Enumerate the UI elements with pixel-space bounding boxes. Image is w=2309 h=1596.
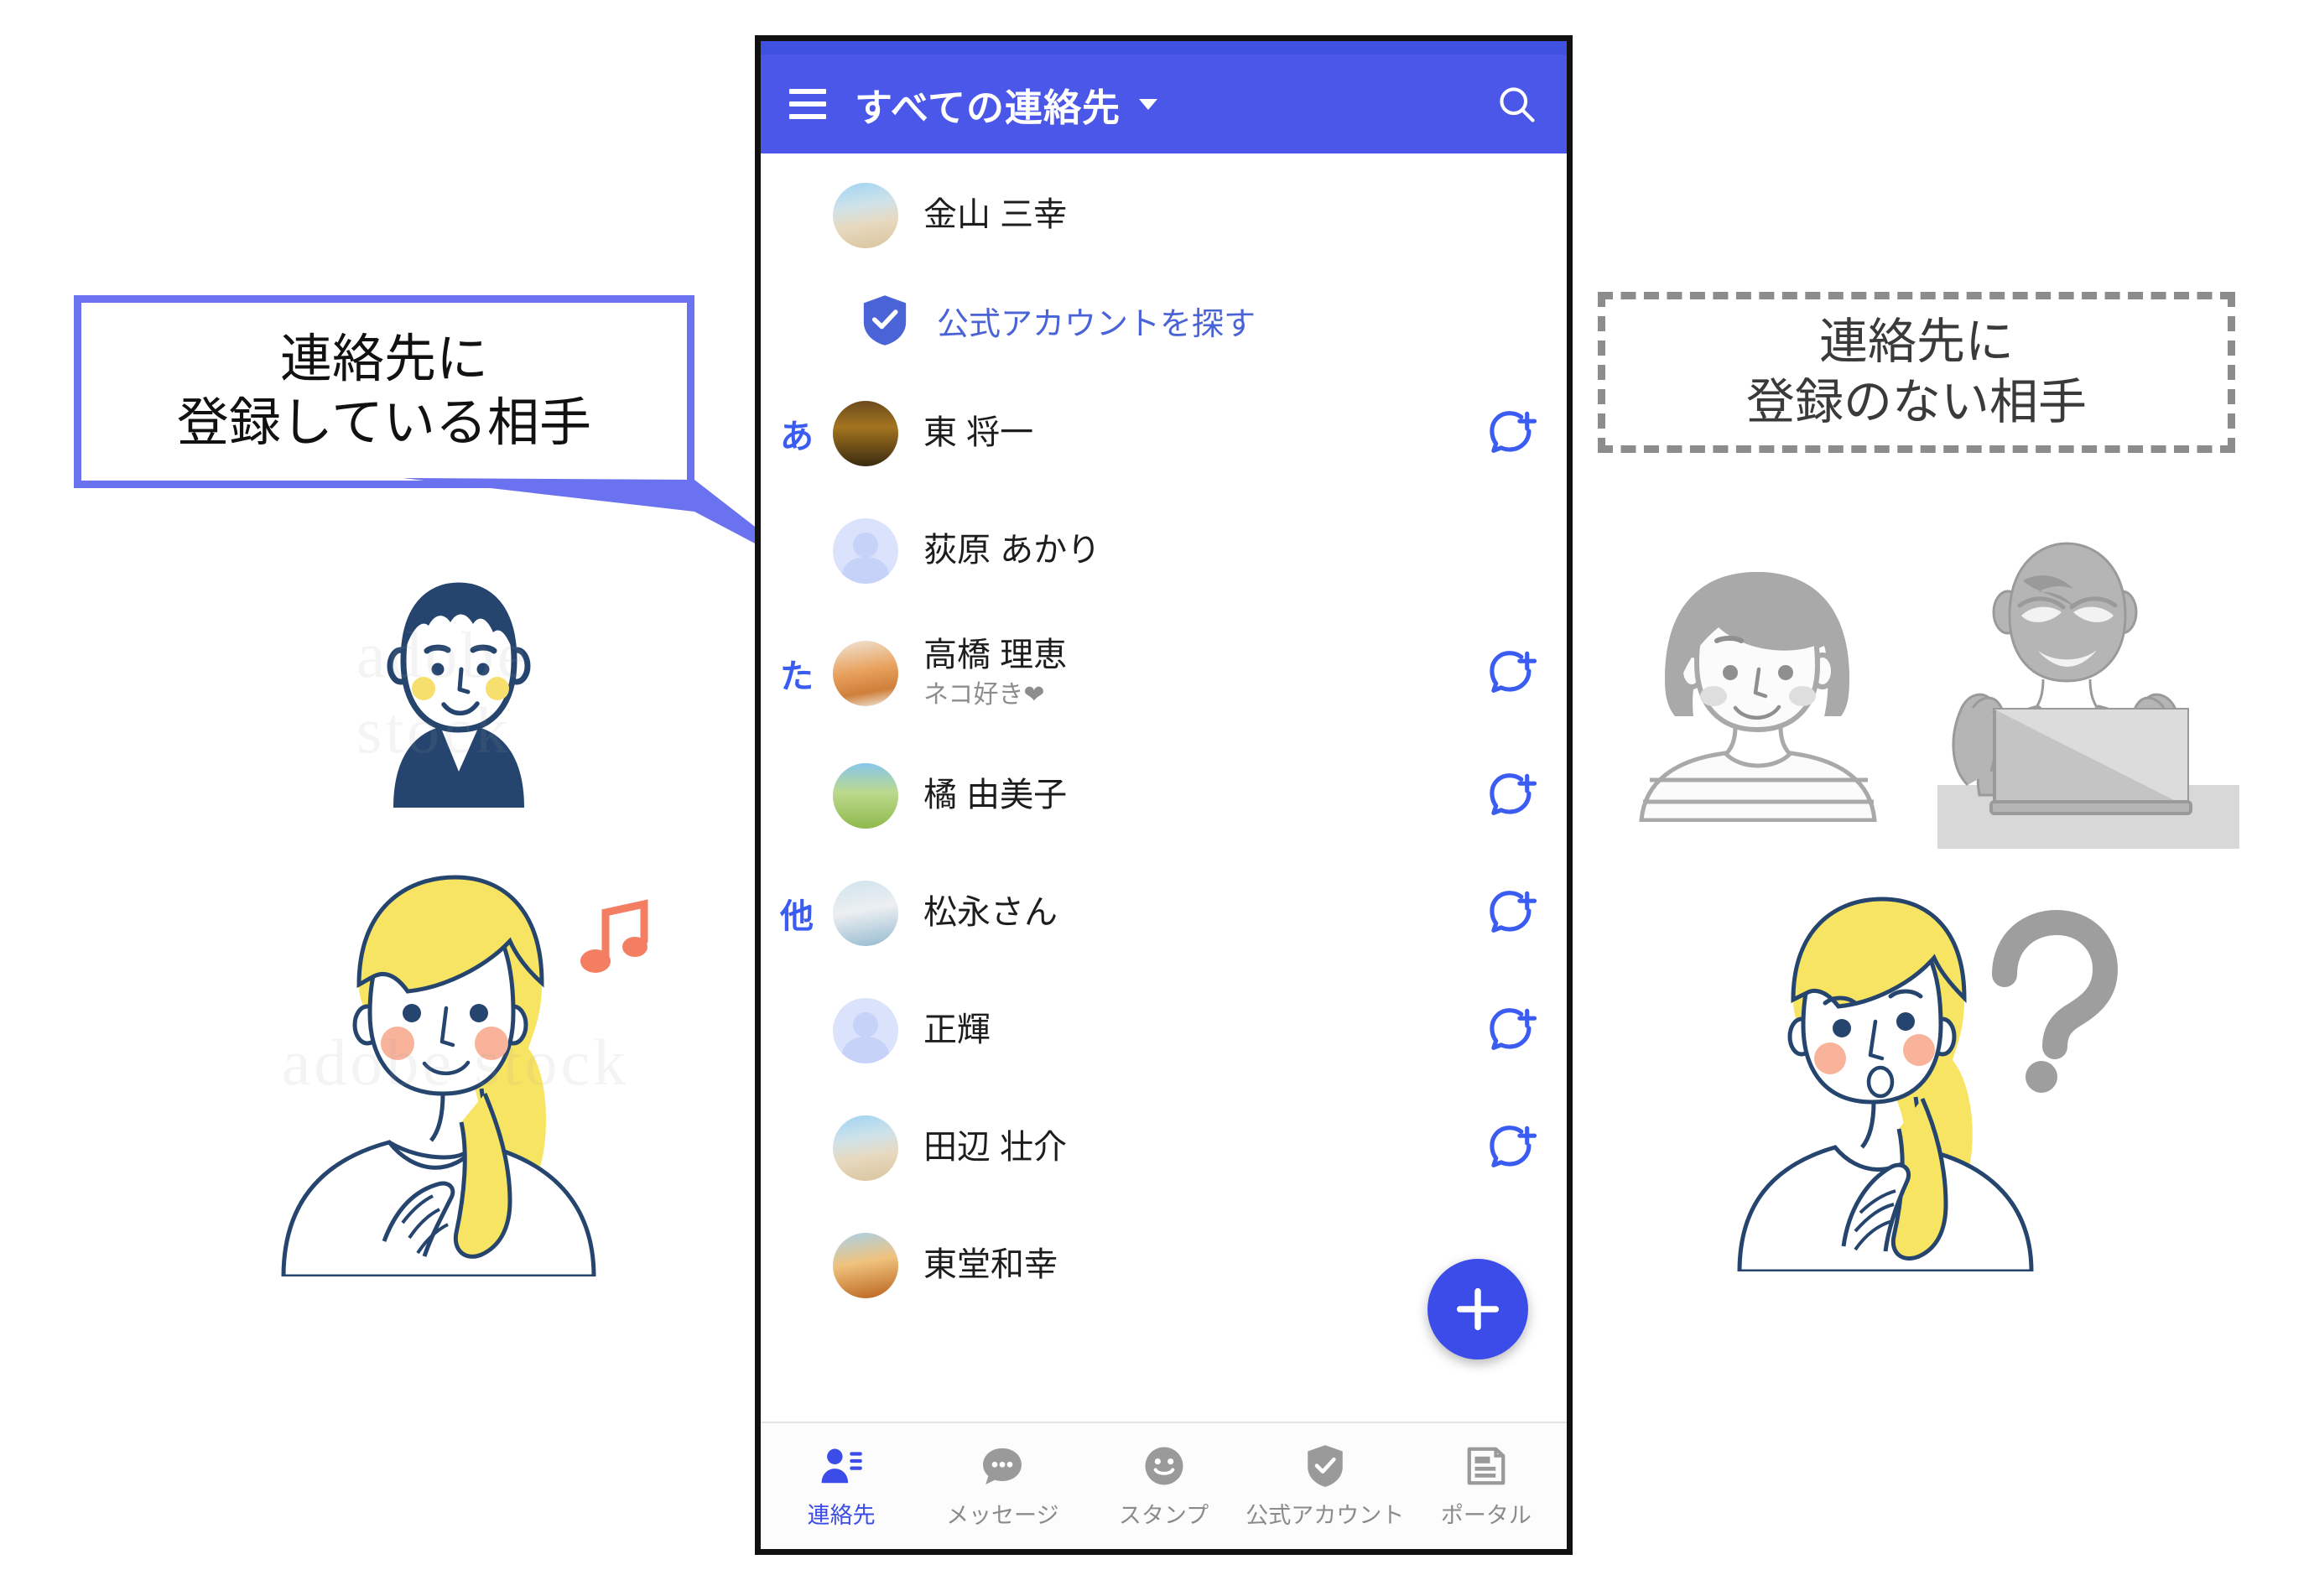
add-chat-icon[interactable] [1486, 1005, 1538, 1057]
contact-name: 正輝 [923, 1011, 991, 1049]
contact-names: 荻原 あかり [923, 531, 1538, 570]
portal-page-icon [1467, 1447, 1506, 1484]
list-item[interactable]: 金山 三幸 [761, 165, 1567, 266]
verified-shield-icon [1307, 1444, 1343, 1487]
avatar [833, 518, 898, 584]
avatar [833, 881, 898, 946]
tab-portal[interactable]: ポータル [1406, 1443, 1567, 1530]
contact-names: 正輝 [923, 1011, 1486, 1050]
callout-registered-line2: 登録している相手 [176, 394, 592, 452]
find-official-account-row[interactable]: 公式アカウントを探す [761, 266, 1567, 375]
add-chat-icon[interactable] [1486, 1122, 1538, 1174]
add-chat-icon[interactable] [1486, 408, 1538, 460]
contact-names: 橘 由美子 [923, 776, 1486, 815]
avatar [833, 998, 898, 1063]
contacts-icon [821, 1448, 862, 1483]
tab-contacts[interactable]: 連絡先 [761, 1443, 922, 1530]
tab-label: 連絡先 [807, 1502, 876, 1528]
find-official-account-label: 公式アカウントを探す [937, 306, 1256, 342]
contact-name: 荻原 あかり [923, 532, 1101, 569]
blonde-woman-music-note-illustration: adobe stock [233, 849, 678, 1279]
avatar [833, 183, 898, 248]
blonde-woman-question-mark-illustration [1694, 877, 2130, 1274]
tab-label: 公式アカウント [1246, 1502, 1405, 1528]
callout-unregistered-line1: 連絡先に [1818, 315, 2014, 370]
list-item[interactable]: 橘 由美子 [761, 737, 1567, 855]
app-bar: すべての連絡先 [761, 55, 1567, 153]
list-item[interactable]: た 高橋 理恵 ネコ好き❤ [761, 610, 1567, 737]
index-letter: あ [780, 418, 814, 455]
contact-names: 田辺 壮介 [923, 1128, 1486, 1167]
avatar [833, 641, 898, 706]
add-chat-icon[interactable] [1486, 647, 1538, 699]
list-item[interactable]: 田辺 壮介 [761, 1089, 1567, 1207]
add-chat-icon[interactable] [1486, 770, 1538, 822]
smiling-man-illustration: adobe stock [356, 577, 562, 808]
contact-name: 高橋 理恵 [923, 636, 1068, 673]
tab-label: スタンプ [1118, 1502, 1209, 1528]
contact-names: 金山 三幸 [923, 195, 1538, 235]
list-item[interactable]: 荻原 あかり [761, 492, 1567, 610]
add-friend-fab[interactable] [1428, 1259, 1528, 1359]
callout-registered-line1: 連絡先に [279, 330, 488, 389]
list-item[interactable]: あ 東 将一 [761, 375, 1567, 492]
contact-names: 東 将一 [923, 413, 1486, 453]
list-item[interactable]: 他 松永さん [761, 855, 1567, 972]
contact-status-message: ネコ好き❤ [923, 681, 1045, 710]
callout-registered: 連絡先に 登録している相手 [74, 295, 694, 488]
bottom-tab-bar[interactable]: 連絡先 メッセージ スタンプ 公式アカウント ポータル [761, 1422, 1567, 1549]
contact-name: 田辺 壮介 [923, 1129, 1068, 1167]
chat-bubble-icon [983, 1448, 1022, 1484]
index-letter: た [780, 658, 814, 695]
avatar [833, 1115, 898, 1181]
tab-stickers[interactable]: スタンプ [1083, 1443, 1244, 1530]
list-item[interactable]: 正輝 [761, 972, 1567, 1089]
screenshot-stage: 連絡先に 登録している相手 連絡先に 登録のない相手 adobe stock す… [0, 0, 2309, 1596]
search-icon[interactable] [1495, 82, 1538, 126]
status-bar [761, 41, 1567, 55]
chevron-down-icon[interactable] [1139, 98, 1158, 110]
index-letter: 他 [780, 898, 814, 935]
verified-shield-icon [863, 295, 907, 346]
avatar [833, 763, 898, 829]
callout-unregistered-line2: 登録のない相手 [1745, 375, 2087, 429]
avatar [833, 401, 898, 466]
tab-messages[interactable]: メッセージ [922, 1443, 1083, 1530]
phone-mockup: すべての連絡先 金山 三幸 公式アカウントを探す あ 東 将一 荻原 あかり た… [755, 35, 1573, 1555]
add-chat-icon[interactable] [1486, 887, 1538, 939]
contact-names: 高橋 理恵 ネコ好き❤ [923, 636, 1486, 711]
plus-icon [1456, 1287, 1500, 1331]
gray-bob-woman-illustration [1631, 554, 1883, 823]
contact-name: 金山 三幸 [923, 196, 1068, 234]
tab-official-accounts[interactable]: 公式アカウント [1245, 1443, 1406, 1530]
contact-names: 松永さん [923, 893, 1486, 933]
contact-name: 橘 由美子 [923, 777, 1068, 814]
contact-name: 東 将一 [923, 414, 1034, 452]
contact-list[interactable]: 金山 三幸 公式アカウントを探す あ 東 将一 荻原 あかり た 高橋 理恵 ネ… [761, 153, 1567, 1395]
tab-label: メッセージ [946, 1502, 1059, 1528]
tab-label: ポータル [1440, 1502, 1532, 1528]
page-title: すべての連絡先 [855, 86, 1121, 129]
avatar [833, 1233, 898, 1298]
callout-unregistered: 連絡先に 登録のない相手 [1598, 292, 2235, 453]
smiley-icon [1145, 1447, 1183, 1484]
hamburger-menu-icon[interactable] [789, 89, 826, 119]
gray-sinister-laptop-illustration [1921, 528, 2256, 864]
contact-name: 松永さん [923, 894, 1058, 932]
